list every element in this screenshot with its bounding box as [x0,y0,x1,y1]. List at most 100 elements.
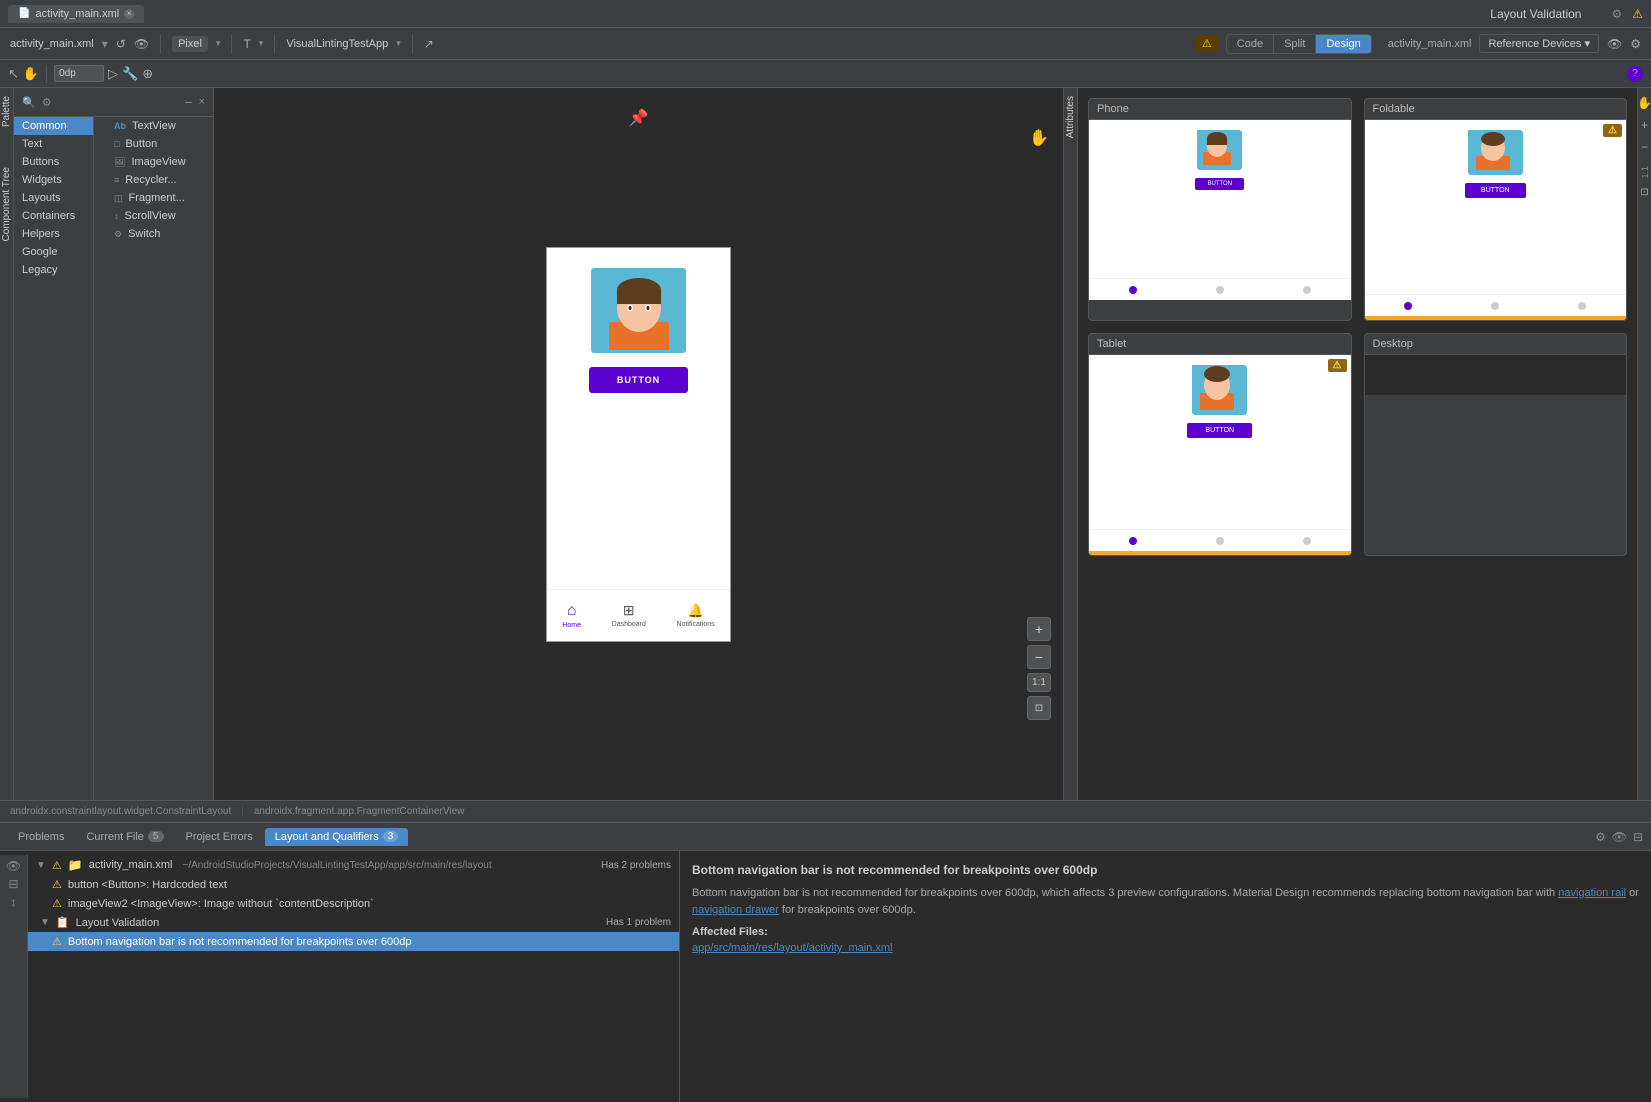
palette-minus-icon[interactable]: − [184,94,192,110]
category-containers[interactable]: Containers [14,207,93,225]
zoom-in-button[interactable]: + [1027,617,1051,641]
component-tree-vertical-tab[interactable]: Component Tree [1,167,12,242]
section-name: Layout Validation [76,917,160,929]
zoom-out-button[interactable]: − [1027,645,1051,669]
bp-filter-icon[interactable]: ⊟ [1633,830,1643,844]
status-sep: | [241,806,244,817]
issues-panel: 👁 ⊟ ↕ ▼ ⚠ 📁 activity_main.xml ~/AndroidS… [0,851,680,1102]
device-card-desktop: Desktop [1364,333,1628,556]
canvas-viewport[interactable]: 📌 [214,88,1063,800]
rhs-hand-icon[interactable]: ✋ [1637,96,1651,110]
zoom-controls: + − 1:1 ⊡ [1027,617,1051,720]
tab-design[interactable]: Design [1316,35,1370,53]
tablet-warn-badge: ⚠ [1328,359,1347,372]
tab-problems[interactable]: Problems [8,828,74,846]
hand-tool-icon[interactable]: ✋ [1029,130,1049,147]
settings-icon[interactable]: ⚙ [1611,7,1622,21]
side-icon-eye[interactable]: 👁 [6,859,21,873]
tools-btn[interactable]: 🔧 [122,66,138,82]
navigation-rail-link[interactable]: navigation rail [1558,887,1626,899]
phone-bottom-nav-sm [1089,278,1351,300]
code-design-tabs: ⚠ Code Split Design activity_main.xml Re… [1186,34,1651,54]
ref-devices-btn[interactable]: Reference Devices ▾ [1479,34,1599,53]
nav-dashboard[interactable]: ⊞ Dashboard [612,602,646,628]
category-widgets[interactable]: Widgets [14,171,93,189]
category-layouts[interactable]: Layouts [14,189,93,207]
offset-input[interactable] [54,65,104,82]
close-tab-button[interactable]: × [124,9,134,19]
device-card-foldable: Foldable ⚠ BUTTON [1364,98,1628,321]
palette-item-recyclerview[interactable]: ≡ Recycler... [94,171,213,189]
zoom-ratio-display[interactable]: 1:1 [1027,673,1051,692]
device-card-tablet-header: Tablet [1089,334,1351,355]
category-common[interactable]: Common [14,117,93,135]
category-legacy[interactable]: Legacy [14,261,93,279]
eye-ref-icon[interactable]: 👁 [1607,37,1622,51]
palette-item-button[interactable]: □ Button [94,135,213,153]
file-name-label[interactable]: activity_main.xml [10,38,94,50]
side-icon-filter[interactable]: ⊟ [8,877,18,891]
textview-label: TextView [132,120,176,132]
palette-item-imageview[interactable]: 🖼 ImageView [94,153,213,171]
detail-description: Bottom navigation bar is not recommended… [692,885,1639,918]
chevron-text: ▾ [259,38,264,49]
select-mode-btn[interactable]: ↖ [8,66,19,82]
tab-layout-qualifiers-label: Layout and Qualifiers [275,831,379,843]
tab-split[interactable]: Split [1274,35,1316,53]
phone-avatar-sm [1197,130,1242,170]
text-scale-btn[interactable]: T [243,37,250,51]
nav-notifications[interactable]: 🔔 Notifications [677,603,715,628]
file-tab[interactable]: 📄 activity_main.xml × [8,5,144,23]
animate-btn[interactable]: ▷ [108,66,118,82]
palette-item-scrollview[interactable]: ↕ ScrollView [94,207,213,225]
palette-item-textview[interactable]: Ab TextView [94,117,213,135]
file-warn-icon: ⚠ [52,859,62,872]
category-buttons[interactable]: Buttons [14,153,93,171]
device-selector[interactable]: Pixel [172,36,208,52]
tab-current-file[interactable]: Current File 5 [76,828,173,846]
fit-screen-button[interactable]: ⊡ [1027,696,1051,720]
settings-ref-icon[interactable]: ⚙ [1630,37,1641,51]
affected-file-link[interactable]: app/src/main/res/layout/activity_main.xm… [692,942,1639,954]
palette-item-switch[interactable]: ⚙ Switch [94,225,213,243]
arrow-expand-icon[interactable]: ↗ [424,37,434,51]
category-text[interactable]: Text [14,135,93,153]
palette-search-icon[interactable]: 🔍 [22,96,36,109]
issue-item-hardcoded[interactable]: ⚠ button <Button>: Hardcoded text [28,875,679,894]
bottom-panel-content: 👁 ⊟ ↕ ▼ ⚠ 📁 activity_main.xml ~/AndroidS… [0,851,1651,1102]
warn-icon-selected: ⚠ [52,935,62,948]
navigation-drawer-link[interactable]: navigation drawer [692,904,779,916]
palette-close-icon[interactable]: × [199,96,205,108]
issue-section-lv[interactable]: ▼ 📋 Layout Validation Has 1 problem [28,913,679,932]
category-google[interactable]: Google [14,243,93,261]
rhs-minus-icon[interactable]: − [1641,140,1648,154]
toolbar-btn-refresh[interactable]: ↺ [116,37,126,51]
tab-layout-qualifiers[interactable]: Layout and Qualifiers 3 [265,828,409,846]
palette-settings-icon[interactable]: ⚙ [42,96,52,109]
side-icon-arrow[interactable]: ↕ [11,895,17,909]
toolbar-sep-4 [412,35,413,53]
foldable-nav-dot-2 [1491,302,1499,310]
rhs-plus-icon[interactable]: + [1641,118,1648,132]
rhs-fit-icon[interactable]: ⊡ [1640,187,1648,198]
expand-icon: ▾ [102,37,108,51]
toolbar-btn-eye[interactable]: 👁 [134,37,149,51]
app-selector[interactable]: VisualLintingTestApp [286,38,388,50]
attributes-vertical-tab[interactable]: Attributes [1065,96,1076,138]
bp-settings-icon[interactable]: ⚙ [1595,830,1606,844]
palette-vertical-tab[interactable]: Palette [1,96,12,127]
help-btn[interactable]: ? [1627,66,1643,82]
tab-project-errors[interactable]: Project Errors [176,828,263,846]
nav-home[interactable]: ⌂ Home [562,602,581,629]
tab-code[interactable]: Code [1227,35,1274,53]
toolbar-sep-1 [160,35,161,53]
issue-item-selected[interactable]: ⚠ Bottom navigation bar is not recommend… [28,932,679,951]
category-helpers[interactable]: Helpers [14,225,93,243]
pan-mode-btn[interactable]: ✋ [23,66,39,82]
issue-item-contentdesc[interactable]: ⚠ imageView2 <ImageView>: Image without … [28,894,679,913]
issue-file-row[interactable]: ▼ ⚠ 📁 activity_main.xml ~/AndroidStudioP… [28,855,679,875]
button-icon: □ [114,139,119,149]
viewport-btn[interactable]: ⊕ [142,66,153,82]
palette-item-fragment[interactable]: ◫ Fragment... [94,189,213,207]
bp-eye-icon[interactable]: 👁 [1612,830,1627,844]
